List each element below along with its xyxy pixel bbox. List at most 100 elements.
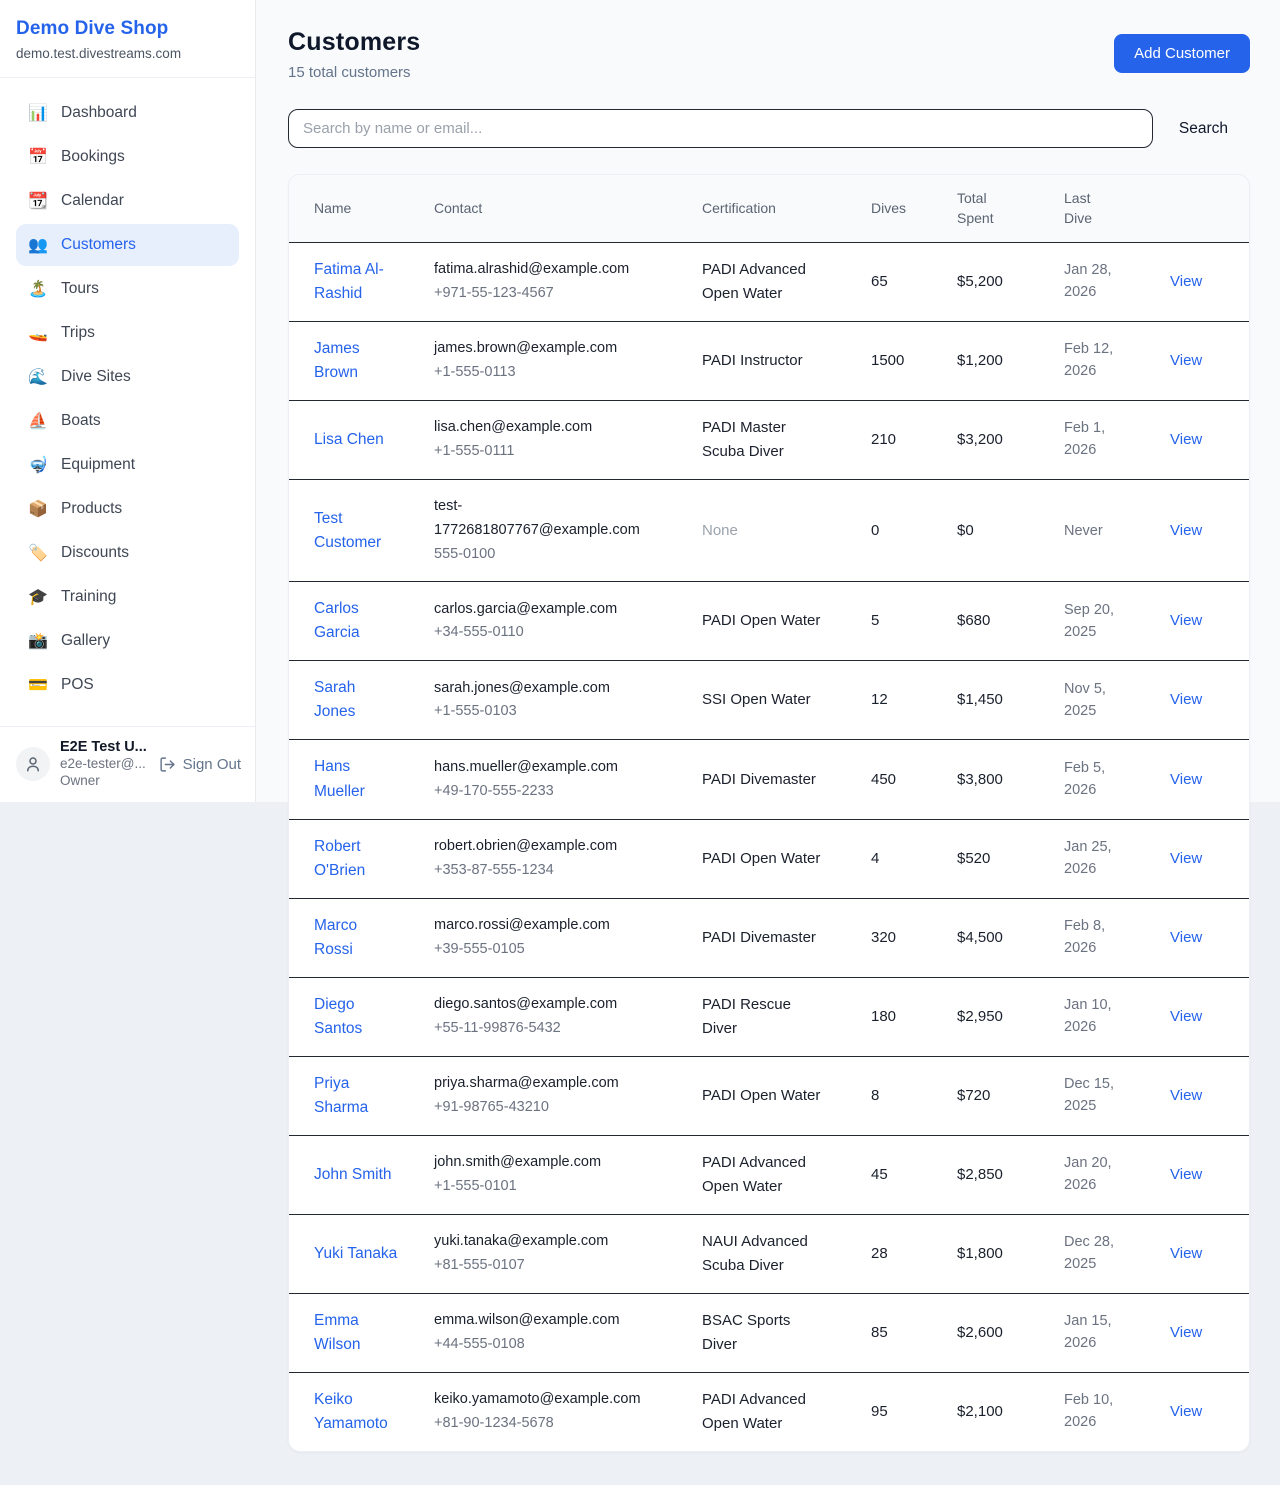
main-content: Customers 15 total customers Add Custome… xyxy=(256,0,1280,1452)
page-title: Customers xyxy=(288,28,420,57)
people-icon: 👥 xyxy=(28,235,48,255)
last-dive-cell: Jan 28, 2026 xyxy=(1064,242,1170,321)
dives-cell: 180 xyxy=(871,977,957,1056)
view-link[interactable]: View xyxy=(1170,612,1202,629)
sidebar-item-dashboard[interactable]: 📊 Dashboard xyxy=(16,92,239,134)
contact-cell: keiko.yamamoto@example.com +81-90-1234-5… xyxy=(434,1372,702,1451)
table-row: Emma Wilson emma.wilson@example.com +44-… xyxy=(289,1293,1249,1372)
name-cell: Hans Mueller xyxy=(289,740,434,819)
certification: None xyxy=(702,519,738,543)
sidebar-item-customers[interactable]: 👥 Customers xyxy=(16,224,239,266)
page: Demo Dive Shop demo.test.divestreams.com… xyxy=(0,0,1280,1485)
sidebar-item-equipment[interactable]: 🤿 Equipment xyxy=(16,444,239,486)
customer-name-link[interactable]: James Brown xyxy=(314,337,399,385)
sidebar-item-pos[interactable]: 💳 POS xyxy=(16,664,239,706)
view-link[interactable]: View xyxy=(1170,1166,1202,1183)
sidebar-item-bookings[interactable]: 📅 Bookings xyxy=(16,136,239,178)
customer-name-link[interactable]: Priya Sharma xyxy=(314,1072,399,1120)
search-button[interactable]: Search xyxy=(1153,120,1250,138)
sidebar-item-dive-sites[interactable]: 🌊 Dive Sites xyxy=(16,356,239,398)
sidebar-item-calendar[interactable]: 📆 Calendar xyxy=(16,180,239,222)
table-row: John Smith john.smith@example.com +1-555… xyxy=(289,1135,1249,1214)
last-dive-date: Feb 8, 2026 xyxy=(1064,915,1124,960)
island-icon: 🏝️ xyxy=(28,279,48,299)
dives-cell: 210 xyxy=(871,400,957,479)
sidebar-item-gallery[interactable]: 📸 Gallery xyxy=(16,620,239,662)
sidebar-nav: 📊 Dashboard 📅 Bookings 📆 Calendar 👥 Cust… xyxy=(0,78,255,726)
customer-name-link[interactable]: Keiko Yamamoto xyxy=(314,1388,399,1436)
total-spent-cell: $520 xyxy=(957,819,1064,898)
table-row: Hans Mueller hans.mueller@example.com +4… xyxy=(289,740,1249,819)
view-link[interactable]: View xyxy=(1170,273,1202,290)
sidebar-item-training[interactable]: 🎓 Training xyxy=(16,576,239,618)
customer-name-link[interactable]: Yuki Tanaka xyxy=(314,1242,397,1266)
sidebar-item-trips[interactable]: 🚤 Trips xyxy=(16,312,239,354)
customer-email: sarah.jones@example.com xyxy=(434,677,646,701)
view-link[interactable]: View xyxy=(1170,691,1202,708)
view-link[interactable]: View xyxy=(1170,771,1202,788)
customer-email: lisa.chen@example.com xyxy=(434,416,646,440)
customer-phone: +91-98765-43210 xyxy=(434,1096,646,1120)
contact-cell: priya.sharma@example.com +91-98765-43210 xyxy=(434,1056,702,1135)
credit-card-icon: 💳 xyxy=(28,675,48,695)
customer-name-link[interactable]: Diego Santos xyxy=(314,993,399,1041)
last-dive-cell: Dec 15, 2025 xyxy=(1064,1056,1170,1135)
customer-name-link[interactable]: Robert O'Brien xyxy=(314,835,399,883)
contact-cell: diego.santos@example.com +55-11-99876-54… xyxy=(434,977,702,1056)
customer-name-link[interactable]: Lisa Chen xyxy=(314,428,384,452)
customer-name-link[interactable]: Sarah Jones xyxy=(314,676,399,724)
sidebar-item-label: Trips xyxy=(61,324,95,342)
name-cell: Marco Rossi xyxy=(289,898,434,977)
last-dive-date: Dec 15, 2025 xyxy=(1064,1073,1124,1118)
total-spent-cell: $1,450 xyxy=(957,661,1064,740)
customer-phone: +353-87-555-1234 xyxy=(434,859,646,883)
view-link[interactable]: View xyxy=(1170,352,1202,369)
customer-name-link[interactable]: Carlos Garcia xyxy=(314,597,399,645)
view-cell: View xyxy=(1170,898,1249,977)
view-cell: View xyxy=(1170,1056,1249,1135)
table-row: Priya Sharma priya.sharma@example.com +9… xyxy=(289,1056,1249,1135)
view-cell: View xyxy=(1170,321,1249,400)
sidebar-item-discounts[interactable]: 🏷️ Discounts xyxy=(16,532,239,574)
total-spent-cell: $3,800 xyxy=(957,740,1064,819)
certification: PADI Open Water xyxy=(702,609,820,633)
customer-phone: +39-555-0105 xyxy=(434,938,646,962)
view-link[interactable]: View xyxy=(1170,1403,1202,1420)
view-link[interactable]: View xyxy=(1170,1324,1202,1341)
sidebar-item-label: Calendar xyxy=(61,192,124,210)
customer-name-link[interactable]: Hans Mueller xyxy=(314,755,399,803)
customer-name-link[interactable]: Test Customer xyxy=(314,507,399,555)
dives-cell: 45 xyxy=(871,1135,957,1214)
certification: NAUI Advanced Scuba Diver xyxy=(702,1230,824,1278)
contact-cell: james.brown@example.com +1-555-0113 xyxy=(434,321,702,400)
view-link[interactable]: View xyxy=(1170,1245,1202,1262)
avatar xyxy=(16,747,50,781)
view-link[interactable]: View xyxy=(1170,431,1202,448)
sidebar-item-boats[interactable]: ⛵ Boats xyxy=(16,400,239,442)
sidebar-item-tours[interactable]: 🏝️ Tours xyxy=(16,268,239,310)
sidebar-item-products[interactable]: 📦 Products xyxy=(16,488,239,530)
customer-name-link[interactable]: Emma Wilson xyxy=(314,1309,399,1357)
search-input[interactable] xyxy=(288,109,1153,148)
user-name: E2E Test U... xyxy=(60,739,149,755)
view-cell: View xyxy=(1170,977,1249,1056)
name-cell: Carlos Garcia xyxy=(289,582,434,661)
view-link[interactable]: View xyxy=(1170,929,1202,946)
dives-cell: 320 xyxy=(871,898,957,977)
customer-name-link[interactable]: John Smith xyxy=(314,1163,392,1187)
customer-phone: 555-0100 xyxy=(434,543,646,567)
view-cell: View xyxy=(1170,479,1249,582)
customer-name-link[interactable]: Marco Rossi xyxy=(314,914,399,962)
add-customer-button[interactable]: Add Customer xyxy=(1114,34,1250,73)
view-link[interactable]: View xyxy=(1170,850,1202,867)
user-info: E2E Test U... e2e-tester@... Owner xyxy=(60,739,149,790)
certification: PADI Divemaster xyxy=(702,926,816,950)
sign-out-button[interactable]: Sign Out xyxy=(159,756,241,773)
last-dive-cell: Feb 8, 2026 xyxy=(1064,898,1170,977)
customer-name-link[interactable]: Fatima Al-Rashid xyxy=(314,258,399,306)
table-row: Test Customer test-1772681807767@example… xyxy=(289,479,1249,582)
view-link[interactable]: View xyxy=(1170,1087,1202,1104)
view-link[interactable]: View xyxy=(1170,1008,1202,1025)
certification-cell: PADI Open Water xyxy=(702,582,871,661)
view-link[interactable]: View xyxy=(1170,522,1202,539)
